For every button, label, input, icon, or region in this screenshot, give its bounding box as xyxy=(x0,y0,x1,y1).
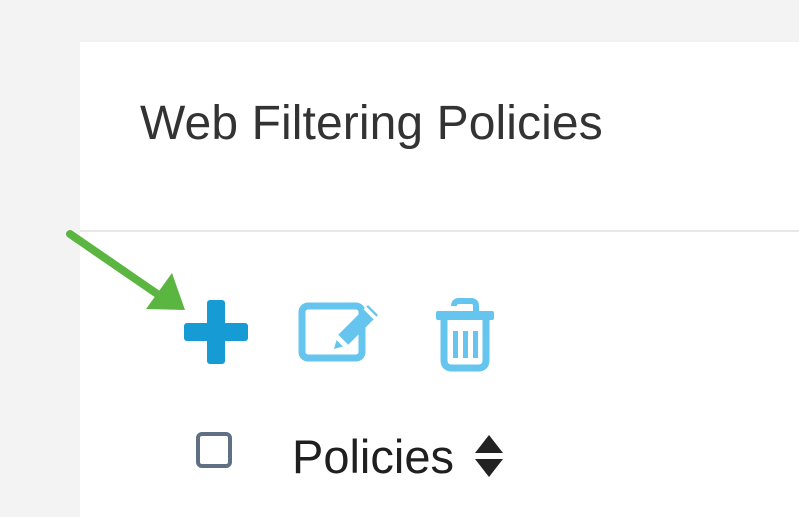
select-all-checkbox[interactable] xyxy=(196,432,232,468)
trash-icon[interactable] xyxy=(430,298,500,372)
policies-column-label: Policies xyxy=(292,429,454,483)
policies-column-header[interactable]: Policies xyxy=(292,424,506,488)
screenshot-frame: Web Filtering Policies Policies xyxy=(0,0,799,517)
edit-icon[interactable] xyxy=(296,292,382,364)
policy-toolbar xyxy=(180,292,510,372)
sort-icon[interactable] xyxy=(472,433,506,479)
title-divider xyxy=(80,230,799,232)
page-title: Web Filtering Policies xyxy=(140,97,603,150)
plus-icon[interactable] xyxy=(180,296,252,368)
